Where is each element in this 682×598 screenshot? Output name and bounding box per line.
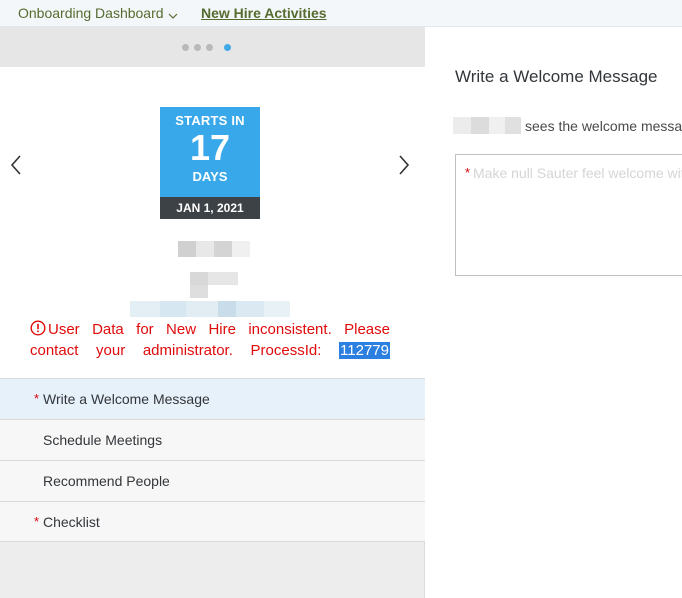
activity-menu: * Write a Welcome Message Schedule Meeti…: [0, 378, 425, 542]
chevron-left-icon[interactable]: [8, 153, 24, 177]
welcome-message-panel: Write a Welcome Message sees the welcome…: [426, 27, 682, 598]
error-circle-icon: [30, 320, 46, 336]
new-hire-activities-link[interactable]: New Hire Activities: [201, 5, 327, 21]
menu-item-welcome-message[interactable]: * Write a Welcome Message: [0, 378, 425, 419]
top-nav-bar: Onboarding Dashboard New Hire Activities: [0, 0, 682, 27]
welcome-message-textarea[interactable]: * Make null Sauter feel welcome with a m…: [455, 154, 682, 276]
menu-item-label: Recommend People: [43, 473, 170, 489]
start-date-badge: STARTS IN 17 DAYS JAN 1, 2021: [160, 107, 260, 219]
menu-item-checklist[interactable]: * Checklist: [0, 501, 425, 542]
redacted-name: [178, 241, 250, 257]
carousel-dot-4[interactable]: [224, 44, 231, 51]
error-message: User Data for New Hire inconsistent. Ple…: [30, 319, 390, 361]
required-indicator: *: [34, 391, 40, 406]
redacted-name: [453, 117, 521, 134]
carousel-dot-2[interactable]: [194, 44, 201, 51]
new-hire-card: STARTS IN 17 DAYS JAN 1, 2021 User Data …: [0, 67, 425, 378]
process-id: 112779: [339, 342, 390, 359]
chevron-down-icon: [168, 8, 178, 19]
subtitle-text: sees the welcome message: [525, 117, 682, 134]
menu-item-schedule-meetings[interactable]: Schedule Meetings: [0, 419, 425, 460]
menu-item-label: Schedule Meetings: [43, 432, 163, 448]
start-date: JAN 1, 2021: [160, 197, 260, 219]
chevron-right-icon[interactable]: [396, 153, 412, 177]
onboarding-dashboard-menu[interactable]: Onboarding Dashboard: [18, 5, 178, 21]
carousel-dot-3[interactable]: [206, 44, 213, 51]
carousel-indicator: [0, 27, 425, 67]
dashboard-label: Onboarding Dashboard: [18, 5, 164, 21]
textarea-placeholder: Make null Sauter feel welcome with a mes…: [473, 165, 682, 181]
redacted-title: [190, 272, 238, 298]
required-indicator: *: [465, 165, 471, 180]
days-count: 17: [189, 127, 231, 168]
panel-title: Write a Welcome Message: [455, 67, 658, 86]
error-text: User Data for New Hire inconsistent. Ple…: [30, 321, 390, 359]
panel-subtitle: sees the welcome message: [453, 117, 682, 134]
redacted-email: [130, 301, 290, 317]
menu-item-recommend-people[interactable]: Recommend People: [0, 460, 425, 501]
menu-item-label: Write a Welcome Message: [43, 391, 210, 407]
required-indicator: *: [34, 514, 40, 529]
left-pane: STARTS IN 17 DAYS JAN 1, 2021 User Data …: [0, 27, 425, 598]
carousel-dot-1[interactable]: [182, 44, 189, 51]
menu-item-label: Checklist: [43, 514, 100, 530]
starts-in-label: STARTS IN: [175, 113, 245, 128]
days-label: DAYS: [192, 169, 228, 184]
